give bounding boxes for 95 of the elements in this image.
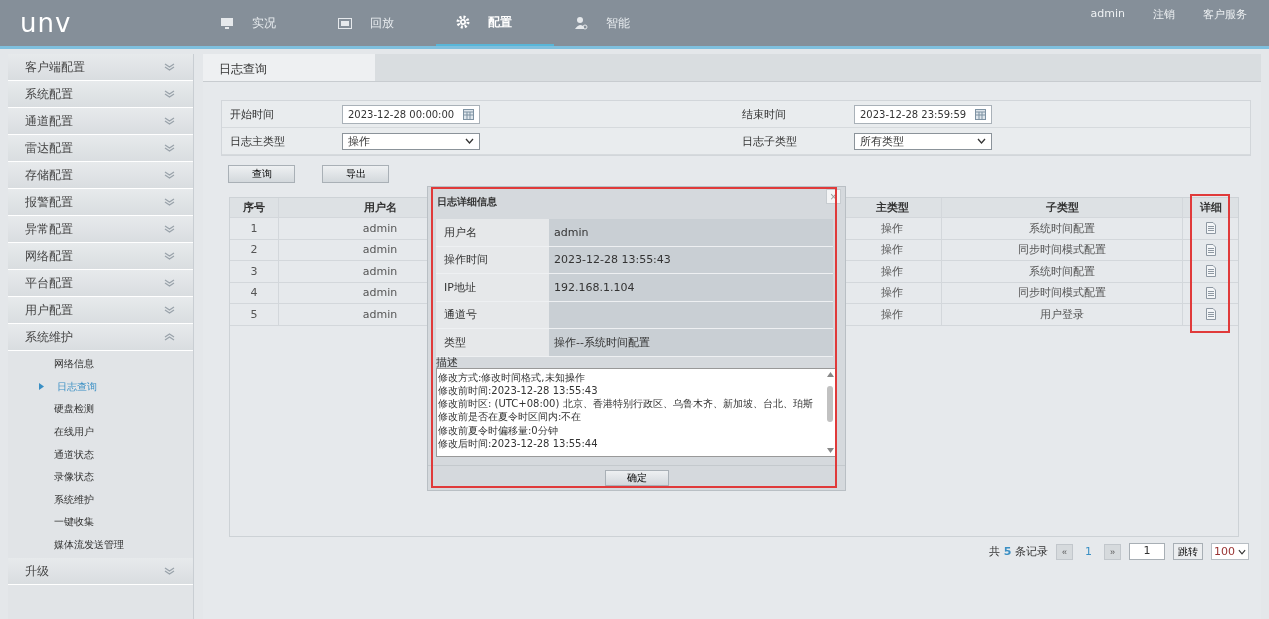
detail-label: 通道号 — [436, 301, 549, 328]
detail-label: 操作时间 — [436, 246, 549, 273]
table-cell: 同步时间模式配置 — [942, 239, 1183, 260]
sidebar-subitem[interactable]: 媒体流发送管理 — [8, 533, 193, 557]
user-name: admin — [1090, 7, 1125, 22]
triangle-icon — [39, 383, 44, 391]
document-icon[interactable] — [1205, 265, 1216, 278]
table-cell: 2 — [230, 239, 279, 260]
ok-button[interactable]: 确定 — [604, 469, 669, 486]
chevron-down-icon — [164, 252, 175, 260]
caret-icon — [1238, 548, 1246, 555]
action-button[interactable]: 导出 — [322, 165, 389, 183]
monitor-icon — [220, 16, 234, 30]
calendar-icon — [463, 108, 474, 120]
sidebar-item[interactable]: 客户端配置 — [8, 54, 193, 81]
detail-value: admin — [549, 219, 833, 246]
sidebar-subitem[interactable]: 系统维护 — [8, 488, 193, 512]
sidebar-item[interactable]: 雷达配置 — [8, 135, 193, 162]
description-line: 修改后时间:2023-12-28 13:55:44 — [438, 437, 599, 451]
document-icon[interactable] — [1205, 308, 1216, 321]
sidebar-item[interactable]: 网络配置 — [8, 243, 193, 270]
sidebar-item[interactable]: 报警配置 — [8, 189, 193, 216]
sidebar-subitem[interactable]: 硬盘检测 — [8, 398, 193, 421]
gear-icon — [456, 15, 470, 29]
description-line: 修改前时间:2023-12-28 13:55:43 — [438, 383, 599, 398]
logo: unv — [20, 10, 73, 36]
detail-label: 类型 — [436, 329, 549, 356]
detail-value: 操作--系统时间配置 — [549, 329, 833, 356]
caret-icon — [465, 138, 474, 144]
action-button[interactable]: 查询 — [228, 165, 295, 183]
detail-value: 2023-12-28 13:55:43 — [549, 246, 833, 273]
date-field[interactable]: 2023-12-28 23:59:59 — [854, 104, 992, 124]
table-cell: 系统时间配置 — [942, 218, 1183, 239]
date-field[interactable]: 2023-12-28 00:00:00 — [342, 104, 480, 124]
sidebar-item[interactable]: 平台配置 — [8, 270, 193, 297]
description-line: 修改前时区: (UTC+08:00) 北京、香港特别行政区、乌鲁木齐、新加坡、台北、珀斯 — [438, 397, 814, 411]
scroll-up-icon[interactable] — [826, 371, 834, 377]
sidebar-item[interactable]: 存储配置 — [8, 162, 193, 189]
table-cell: 4 — [230, 282, 279, 303]
sidebar-item[interactable]: 系统维护 — [8, 324, 193, 351]
jump-button[interactable]: 跳转 — [1173, 543, 1203, 560]
chevron-down-icon — [164, 225, 175, 233]
chevron-down-icon — [164, 144, 175, 152]
sidebar-item[interactable]: 系统配置 — [8, 81, 193, 108]
table-cell: 1 — [230, 218, 279, 239]
page-tab[interactable]: 日志查询 — [203, 54, 375, 81]
description-label: 描述 — [436, 356, 459, 368]
description-line: 修改前是否在夏令时区间内:不在 — [438, 410, 583, 424]
page-size-dropdown[interactable]: 100 — [1211, 543, 1249, 560]
type-dropdown[interactable]: 所有类型 — [854, 132, 992, 150]
chevron-down-icon — [164, 171, 175, 179]
document-icon[interactable] — [1205, 286, 1216, 299]
chevron-down-icon — [164, 306, 175, 314]
column-header: 详细 — [1198, 200, 1223, 216]
sidebar-subitem[interactable]: 一键收集 — [8, 511, 193, 534]
table-cell: 5 — [230, 304, 279, 325]
document-icon[interactable] — [1205, 243, 1216, 256]
film-icon — [338, 17, 352, 29]
chevron-down-icon — [164, 117, 175, 125]
sidebar-subitem[interactable]: 在线用户 — [8, 420, 193, 444]
document-icon[interactable] — [1205, 222, 1216, 235]
calendar-icon — [975, 108, 986, 120]
sidebar-subitem[interactable]: 网络信息 — [8, 353, 193, 376]
sidebar-subitem[interactable]: 通道状态 — [8, 443, 193, 466]
description-line: 修改方式:修改时间格式,未知操作 — [438, 370, 586, 384]
previous-page-button[interactable]: « — [1056, 543, 1073, 560]
column-header: 子类型 — [942, 198, 1183, 217]
table-cell: 3 — [230, 261, 279, 282]
chevron-down-icon — [164, 198, 175, 206]
description-box[interactable]: 修改方式:修改时间格式,未知操作 修改前时间:2023-12-28 13:55:43 修改前时区: (UTC+08:00) 北京、香港特别行政区、乌鲁木齐、新加坡、台北、珀斯 修改前是否在夏令时区间内:不在 修改前夏令时偏移量:0分钟 修改后时间:2023-12-28 13:55:44 — [436, 367, 836, 457]
next-page-button[interactable]: » — [1104, 543, 1121, 560]
chevron-up-icon — [164, 333, 175, 341]
sidebar-subitem[interactable]: 录像状态 — [8, 465, 193, 489]
chevron-down-icon — [164, 567, 175, 576]
description-line: 修改前夏令时偏移量:0分钟 — [438, 423, 559, 437]
chevron-down-icon — [164, 63, 175, 71]
type-dropdown[interactable]: 操作 — [342, 132, 480, 150]
table-cell: 系统时间配置 — [942, 261, 1183, 282]
sidebar-item[interactable]: 用户配置 — [8, 297, 193, 324]
sidebar-item[interactable]: 升级 — [8, 558, 193, 586]
table-cell: 用户登录 — [942, 304, 1183, 325]
scroll-down-icon[interactable] — [826, 447, 834, 453]
detail-label: IP地址 — [436, 274, 549, 301]
person-icon — [574, 16, 588, 30]
sidebar-item[interactable]: 异常配置 — [8, 216, 193, 243]
table-cell: 同步时间模式配置 — [942, 282, 1183, 303]
chevron-down-icon — [164, 90, 175, 98]
detail-value: 192.168.1.104 — [549, 274, 833, 301]
sidebar-item[interactable]: 通道配置 — [8, 108, 193, 135]
column-header: 序号 — [230, 198, 279, 217]
caret-icon — [977, 138, 986, 144]
page-input[interactable]: 1 — [1129, 543, 1165, 560]
record-count: 共 5 条记录 — [989, 544, 1048, 559]
chevron-down-icon — [164, 279, 175, 287]
detail-label: 用户名 — [436, 219, 549, 246]
